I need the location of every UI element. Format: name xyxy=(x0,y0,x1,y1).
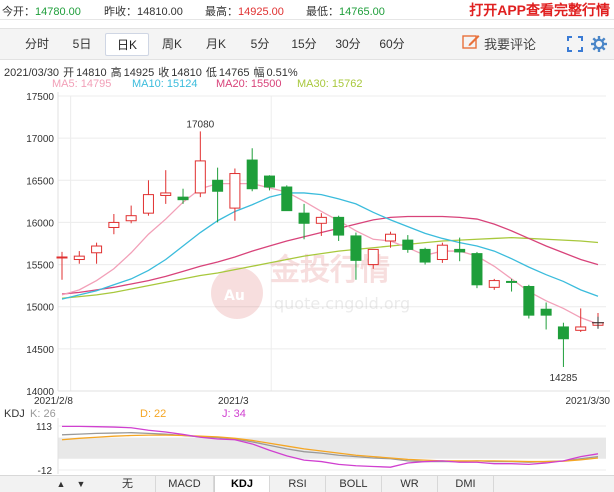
y-tick-label: 17500 xyxy=(26,92,54,103)
candle-body xyxy=(177,196,189,201)
candle-body xyxy=(333,216,345,236)
candle xyxy=(194,131,206,198)
indicator-tab-kdj[interactable]: KDJ xyxy=(214,476,270,492)
candle xyxy=(575,308,587,332)
y-tick-label: 15000 xyxy=(26,303,54,314)
candle-body xyxy=(315,216,327,224)
candle-body xyxy=(263,175,275,188)
candle-body xyxy=(194,160,206,194)
candle-body xyxy=(506,280,518,283)
candle xyxy=(333,215,345,241)
candle xyxy=(212,167,224,223)
indicator-tab-wr[interactable]: WR xyxy=(382,476,438,492)
candle-body xyxy=(56,256,68,259)
candle-body xyxy=(246,159,258,190)
y-tick-label: 17000 xyxy=(26,134,54,145)
candle xyxy=(125,205,137,224)
candle xyxy=(160,170,172,204)
kdj-panel: 113-12 xyxy=(36,418,606,477)
y-tick-label: 14500 xyxy=(26,345,54,356)
indicator-tab-dmi[interactable]: DMI xyxy=(438,476,494,492)
candle-body xyxy=(523,285,535,316)
candle-body xyxy=(160,192,172,196)
x-tick-label: 2021/3/30 xyxy=(566,396,611,407)
candle xyxy=(488,278,500,290)
y-tick-label: 16500 xyxy=(26,176,54,187)
candle-body xyxy=(108,221,120,228)
indicator-tab-macd[interactable]: MACD xyxy=(156,476,214,492)
chart-labels: 1750017000165001600015500150001450014000… xyxy=(26,92,610,407)
candle-body xyxy=(471,253,483,286)
candle xyxy=(73,251,85,264)
candles xyxy=(56,131,604,367)
candle-body xyxy=(385,233,397,242)
candle xyxy=(557,322,569,367)
candle xyxy=(419,247,431,265)
scroll-up-button[interactable]: ▲ xyxy=(52,476,70,492)
kdj-tick-label: 113 xyxy=(36,422,52,433)
candle-body xyxy=(575,326,587,331)
scroll-down-button[interactable]: ▼ xyxy=(72,476,90,492)
candle-body xyxy=(436,244,448,261)
candle-body xyxy=(125,215,137,222)
watermark: Au 金投行情 quote.cngold.org xyxy=(211,253,410,319)
kdj-band xyxy=(58,437,606,459)
candle xyxy=(177,188,189,204)
candle-body xyxy=(367,248,379,266)
candle xyxy=(471,251,483,289)
indicator-tab-boll[interactable]: BOLL xyxy=(326,476,382,492)
candle xyxy=(91,242,103,264)
candle xyxy=(315,213,327,236)
kdj-k-legend: K: 26 xyxy=(30,408,56,420)
candle xyxy=(281,185,293,212)
candle xyxy=(298,203,310,240)
candle-body xyxy=(540,308,552,316)
watermark-url: quote.cngold.org xyxy=(274,294,410,313)
candle xyxy=(142,180,154,216)
y-tick-label: 16000 xyxy=(26,218,54,229)
candle xyxy=(436,242,448,263)
candle xyxy=(246,148,258,192)
candle-body xyxy=(229,173,241,209)
y-tick-label: 15500 xyxy=(26,261,54,272)
kline-chart[interactable]: Au 金投行情 quote.cngold.org 17500 17000 16500… xyxy=(0,0,614,492)
min-price-label: 14285 xyxy=(550,373,578,384)
candle-body xyxy=(91,245,103,254)
candle-body xyxy=(142,194,154,214)
candle-body xyxy=(557,326,569,340)
candle xyxy=(108,214,120,235)
kdj-j-legend: J: 34 xyxy=(222,408,246,420)
candle-body xyxy=(298,212,310,224)
candle-body xyxy=(350,235,362,261)
indicator-tab-rsi[interactable]: RSI xyxy=(270,476,326,492)
candle xyxy=(402,235,414,253)
x-tick-label: 2021/2/8 xyxy=(34,396,73,407)
candle-body xyxy=(281,186,293,212)
kdj-d-legend: D: 22 xyxy=(140,408,167,420)
candle-body xyxy=(454,248,466,253)
indicator-tab-none[interactable]: 无 xyxy=(100,476,156,492)
candle-body xyxy=(419,248,431,263)
watermark-logo-text: Au xyxy=(224,288,245,304)
candle xyxy=(523,284,535,319)
indicator-tabs: ▲ ▼ 无 MACD KDJ RSI BOLL WR DMI xyxy=(0,475,614,492)
candle-body xyxy=(488,280,500,288)
candle-body xyxy=(212,179,224,192)
max-price-label: 17080 xyxy=(186,119,214,130)
kdj-title: KDJ xyxy=(4,408,25,420)
x-tick-label: 2021/3 xyxy=(218,396,249,407)
candle-body xyxy=(402,239,414,250)
candle-body xyxy=(73,255,85,261)
